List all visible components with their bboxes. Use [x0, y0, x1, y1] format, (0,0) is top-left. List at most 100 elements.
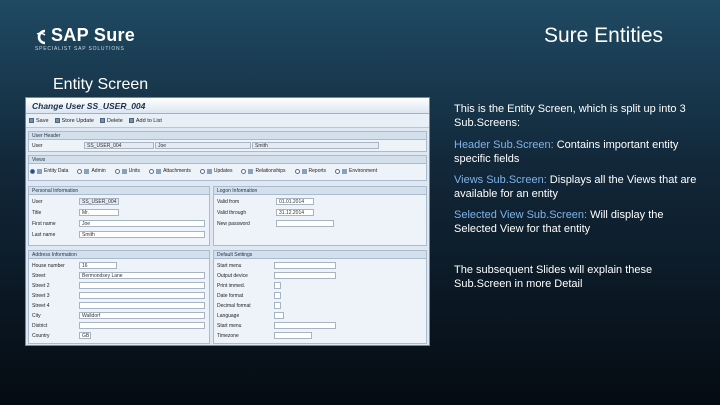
valid-from-field[interactable]: 01.01.2014 [276, 198, 314, 205]
attachments-icon [156, 168, 162, 174]
personal-row: First name Joe [29, 220, 211, 228]
sap-toolbar: Save Store Update Delete Add to List [26, 114, 429, 128]
output-device-field[interactable] [274, 272, 336, 279]
user-header-group: User Header User SS_USER_004 Joe Smith [28, 131, 427, 152]
view-admin[interactable]: Admin [77, 168, 106, 174]
address-row: District [29, 322, 211, 330]
address-row: House number 16 [29, 262, 211, 270]
logo-tagline: SPECIALIST SAP SOLUTIONS [35, 46, 125, 52]
house-number-field[interactable]: 16 [79, 262, 117, 269]
radio-icon [335, 168, 341, 174]
street-4-field[interactable] [79, 302, 205, 309]
radio-icon [77, 168, 83, 174]
defaults-row: Date format [214, 292, 428, 300]
view-entity-data[interactable]: Entity Data [30, 168, 68, 174]
personal-title-field[interactable]: Mr. [79, 209, 119, 216]
user-header-title: User Header [29, 132, 426, 140]
screen-label: Entity Screen [53, 76, 149, 93]
views-title: Views [29, 156, 426, 164]
district-field[interactable] [79, 322, 205, 329]
view-reports[interactable]: Reports [294, 168, 326, 174]
print-immediately-checkbox[interactable] [274, 282, 281, 289]
defaults-row: Start menu [214, 262, 428, 270]
add-to-list-icon [128, 118, 134, 123]
address-row: Street 4 [29, 302, 211, 310]
radio-icon [241, 168, 247, 174]
city-field[interactable]: Walldorf [79, 312, 205, 319]
selected-view-subscreen-term: Selected View Sub.Screen: [454, 209, 588, 221]
street-3-field[interactable] [79, 292, 205, 299]
new-password-field[interactable] [276, 220, 334, 227]
view-environment[interactable]: Environment [335, 168, 377, 174]
delete-button[interactable]: Delete [99, 118, 123, 124]
description-views: Views Sub.Screen: Displays all the Views… [454, 173, 706, 201]
admin-icon [84, 168, 90, 174]
start-menu-field[interactable] [274, 262, 336, 269]
timezone-field[interactable] [274, 332, 312, 339]
save-button[interactable]: Save [29, 118, 49, 124]
personal-info-title: Personal Information [29, 187, 209, 195]
radio-icon [114, 168, 120, 174]
description-header: Header Sub.Screen: Contains important en… [454, 138, 706, 166]
personal-row: User SS_USER_004 [29, 198, 211, 206]
date-format-field[interactable] [274, 292, 281, 299]
radio-icon [149, 168, 155, 174]
description-intro: This is the Entity Screen, which is spli… [454, 103, 686, 129]
add-to-list-button[interactable]: Add to List [128, 118, 162, 124]
logon-info-title: Logon Information [214, 187, 426, 195]
defaults-row: Output device [214, 272, 428, 280]
address-row: Street Bermondsey Lane [29, 272, 211, 280]
sap-sure-logo: SAP Sure SPECIALIST SAP SOLUTIONS [33, 25, 163, 53]
reports-icon [301, 168, 307, 174]
personal-first-name-field[interactable]: Joe [79, 220, 205, 227]
sap-window-title: Change User SS_USER_004 [26, 98, 429, 114]
environment-icon [342, 168, 348, 174]
default-settings-title: Default Settings [214, 251, 426, 259]
personal-last-name-field[interactable]: Smith [79, 231, 205, 238]
language-field[interactable] [274, 312, 284, 319]
personal-user-field[interactable]: SS_USER_004 [79, 198, 119, 205]
start-menu-2-field[interactable] [274, 322, 336, 329]
view-units[interactable]: Units [114, 168, 140, 174]
address-row: City Walldorf [29, 312, 211, 320]
personal-row: Last name Smith [29, 231, 211, 239]
views-subscreen-term: Views Sub.Screen: [454, 174, 547, 186]
logon-row: Valid from 01.01.2014 [214, 198, 428, 206]
address-info-group: Address Information House number 16 Stree… [28, 250, 210, 344]
radio-icon [30, 168, 35, 174]
logon-row: New password [214, 220, 428, 228]
views-list: Entity Data Admin Units Attachments Upda… [30, 168, 386, 174]
entity-data-icon [37, 168, 42, 174]
user-label: User [32, 143, 43, 149]
store-update-icon [54, 118, 60, 123]
user-id-field[interactable]: SS_USER_004 [84, 142, 154, 149]
default-settings-group: Default Settings Start menu Output devic… [213, 250, 427, 344]
view-updates[interactable]: Updates [199, 168, 232, 174]
defaults-row: Start menu [214, 322, 428, 330]
defaults-row: Decimal format [214, 302, 428, 310]
view-relationships[interactable]: Relationships [241, 168, 286, 174]
description-selected-view: Selected View Sub.Screen: Will display t… [454, 208, 706, 236]
valid-through-field[interactable]: 31.12.2014 [276, 209, 314, 216]
decimal-format-field[interactable] [274, 302, 281, 309]
logon-row: Valid through 31.12.2014 [214, 209, 428, 217]
street-2-field[interactable] [79, 282, 205, 289]
street-field[interactable]: Bermondsey Lane [79, 272, 205, 279]
logo-name: SAP Sure [51, 25, 136, 45]
relationships-icon [248, 168, 254, 174]
description-outro: The subsequent Slides will explain these… [454, 264, 653, 290]
defaults-row: Print immed. [214, 282, 428, 290]
user-last-name-field[interactable]: Smith [252, 142, 379, 149]
user-first-name-field[interactable]: Joe [155, 142, 251, 149]
address-row: Country GB [32, 332, 91, 339]
radio-icon [199, 168, 205, 174]
country-field[interactable]: GB [79, 332, 91, 339]
slide-title: Sure Entities [543, 24, 663, 47]
radio-icon [294, 168, 300, 174]
defaults-row: Language [214, 312, 428, 320]
address-info-title: Address Information [29, 251, 209, 259]
defaults-row: Timezone [214, 332, 428, 340]
store-update-button[interactable]: Store Update [54, 118, 94, 124]
sap-logo-icon [36, 29, 46, 45]
view-attachments[interactable]: Attachments [149, 168, 191, 174]
